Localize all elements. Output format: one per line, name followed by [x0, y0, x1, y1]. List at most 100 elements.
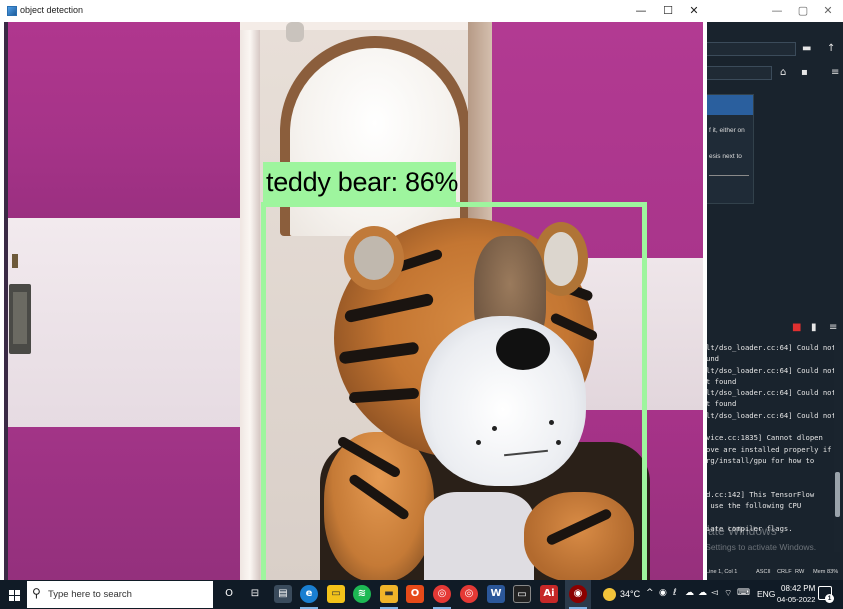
trash-icon[interactable]: ▮ [811, 321, 817, 335]
status-position: Line 1, Col 1 [706, 569, 738, 575]
console-line: lt/dso_loader.cc:64] Could not [706, 365, 834, 375]
camera-frame: teddy bear: 86% [4, 22, 703, 580]
cloud-icon[interactable]: ☁ [698, 588, 707, 598]
weather-temperature: 34°C [620, 589, 641, 599]
windows-logo-icon [15, 590, 20, 595]
frame-edge [4, 22, 8, 580]
notification-badge: 1 [825, 594, 834, 603]
wall-left [4, 22, 244, 222]
terminal-icon[interactable]: ▭ [513, 585, 531, 603]
window-title: object detection [20, 5, 84, 15]
console-scrollbar[interactable] [834, 342, 841, 552]
console-line: lt/dso_loader.cc:64] Could not [706, 388, 834, 398]
ide-statusbar: Line 1, Col 1 ASCII CRLF RW Mem 83% [706, 568, 843, 580]
help-text-line: f it, either on [709, 127, 745, 134]
ide-close-button[interactable]: ✕ [816, 2, 840, 20]
help-panel: f it, either on esis next to [706, 94, 754, 204]
spyder-icon[interactable]: ◉ [569, 585, 587, 603]
chevron-up-icon[interactable]: ^ [646, 588, 654, 598]
task-view-icon[interactable]: ⊟ [246, 585, 264, 603]
app-icon-store[interactable]: ▤ [274, 585, 292, 603]
weather-sun-icon [603, 588, 616, 601]
folder-icon[interactable]: ▬ [802, 42, 811, 56]
hanging-ornament [286, 22, 304, 42]
window-titlebar[interactable]: object detection — ☐ ✕ [0, 0, 707, 22]
edge-browser-icon[interactable]: e [300, 585, 318, 603]
ide-maximize-button[interactable]: ▢ [791, 2, 815, 20]
console-line: t found [706, 399, 737, 409]
door-frame-top [240, 22, 490, 30]
object-detection-window: object detection — ☐ ✕ teddy bear: 86% [0, 0, 707, 581]
console-line: lt/dso_loader.cc:64] Could not [706, 343, 834, 352]
clock-date[interactable]: 04-05-2022 [777, 595, 815, 604]
console-line: ove are installed properly if [706, 444, 832, 454]
keyboard-icon[interactable]: ⌨ [737, 588, 750, 598]
sticky-app-icon[interactable]: ▭ [327, 585, 345, 603]
file-filter-combo[interactable] [706, 66, 772, 80]
ide-minimize-button[interactable]: — [765, 2, 789, 20]
maximize-button[interactable]: ☐ [655, 0, 681, 22]
word-icon[interactable]: W [487, 585, 505, 603]
file-explorer-icon[interactable]: ▬ [380, 585, 398, 603]
start-button[interactable] [4, 584, 26, 606]
home-icon[interactable]: ⌂ [780, 66, 786, 80]
wall-lower-left [4, 427, 249, 580]
door-frame [240, 22, 260, 580]
console-line: d.cc:142] This TensorFlow [706, 489, 815, 499]
spotify-icon[interactable]: ≋ [353, 585, 371, 603]
language-indicator[interactable]: ENG [757, 589, 775, 599]
wall-band-left [4, 218, 244, 430]
chrome-icon[interactable]: ◎ [433, 585, 451, 603]
help-tab[interactable] [707, 95, 753, 115]
stop-icon[interactable]: ■ [792, 321, 801, 335]
help-divider [709, 175, 749, 176]
console-scrollbar-thumb[interactable] [835, 472, 840, 517]
search-icon: ⚲ [32, 586, 41, 600]
console-line: lt/dso_loader.cc:64] Could not [706, 410, 834, 420]
taskbar: ⚲ Type here to search O ⊟ ▤ e ▭ ≋ ▬ O ◎ … [0, 580, 843, 609]
taskbar-search[interactable]: ⚲ Type here to search [27, 581, 213, 608]
wifi-icon[interactable]: ⌔ [724, 588, 732, 599]
ide-files-toolbar: ⌂ ▪ ≡ [706, 64, 843, 82]
switch-board-inner [13, 292, 27, 344]
status-encoding: ASCII [756, 569, 771, 575]
lock-icon[interactable]: ▪ [801, 66, 808, 80]
working-directory-combo[interactable] [706, 42, 796, 56]
close-button[interactable]: ✕ [681, 0, 707, 22]
detection-bounding-box [261, 202, 647, 580]
console-line: t found [706, 376, 737, 386]
menu-icon[interactable]: ≡ [831, 66, 839, 80]
search-placeholder: Type here to search [48, 589, 132, 600]
app-icon [7, 6, 17, 16]
console-header: ■ ▮ ≡ [706, 318, 843, 338]
adobe-icon[interactable]: Ai [540, 585, 558, 603]
status-memory: Mem 83% [813, 569, 839, 575]
office-icon[interactable]: O [406, 585, 424, 603]
status-mode: RW [795, 569, 805, 575]
ide-path-toolbar: ▬ ↑ [706, 40, 843, 58]
clock-time[interactable]: 08:42 PM [781, 584, 815, 593]
pen-icon[interactable]: ℓ [673, 588, 677, 598]
windows-logo-icon [15, 596, 20, 601]
console-line: rg/install/gpu for how to [706, 455, 815, 465]
arrow-up-icon[interactable]: ↑ [827, 42, 835, 56]
windows-logo-icon [9, 596, 14, 601]
cortana-icon[interactable]: O [220, 585, 238, 603]
menu-icon[interactable]: ≡ [829, 321, 837, 335]
chrome-profile-icon[interactable]: ◎ [460, 585, 478, 603]
minimize-button[interactable]: — [628, 0, 654, 22]
status-eol: CRLF [777, 569, 792, 575]
console-line: und [706, 354, 719, 364]
record-icon[interactable]: ◉ [659, 588, 667, 598]
console-line: use the following CPU [706, 501, 802, 511]
detection-label: teddy bear: 86% [266, 167, 459, 197]
onedrive-icon[interactable]: ☁ [685, 588, 694, 598]
help-text-line: esis next to [709, 153, 742, 160]
volume-icon[interactable]: ◅ [711, 588, 718, 598]
ipython-console[interactable]: lt/dso_loader.cc:64] Could not und lt/ds… [706, 342, 834, 552]
windows-logo-icon [9, 590, 14, 595]
wall-mark [12, 254, 18, 268]
